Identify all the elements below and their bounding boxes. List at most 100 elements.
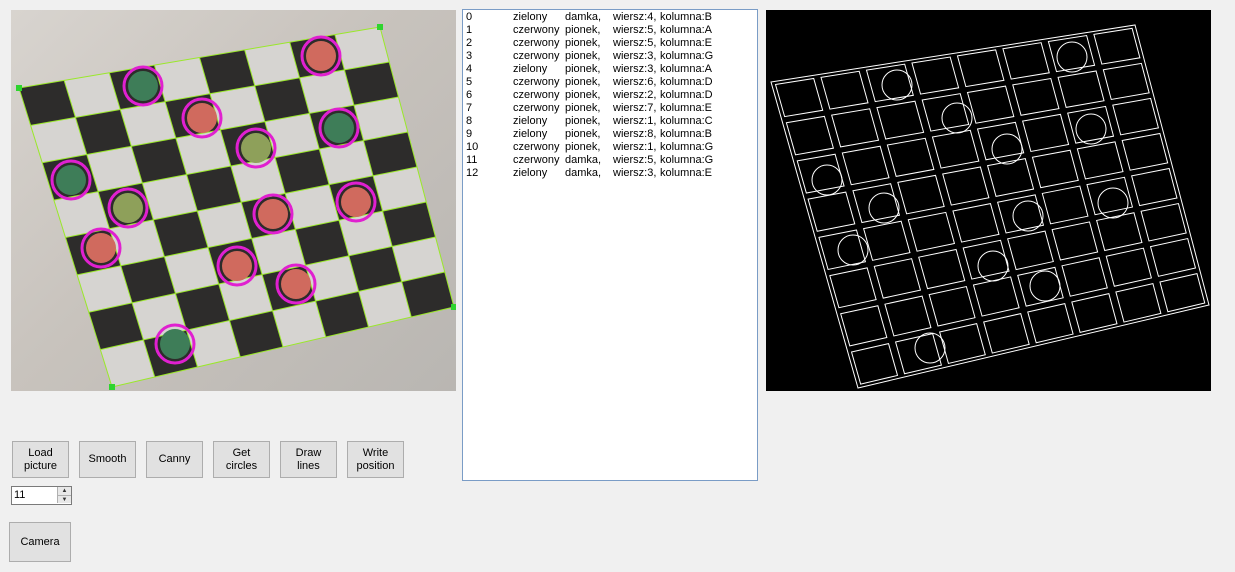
- edge-square: [884, 295, 932, 337]
- item-piece: damka,: [565, 154, 602, 166]
- item-color: zielony: [513, 63, 548, 75]
- item-piece: damka,: [565, 167, 602, 179]
- list-item[interactable]: 2 czerwony pionek, wiersz:5, kolumna:E: [466, 37, 757, 50]
- write-position-button[interactable]: Write position: [347, 441, 404, 478]
- list-item[interactable]: 5 czerwony pionek, wiersz:6, kolumna:D: [466, 76, 757, 89]
- list-item[interactable]: 10 czerwony pionek, wiersz:1, kolumna:G: [466, 141, 757, 154]
- item-index: 10: [466, 141, 479, 153]
- item-index: 0: [466, 11, 473, 23]
- canny-button[interactable]: Canny: [146, 441, 203, 478]
- edge-square: [785, 115, 835, 156]
- edge-square: [1115, 283, 1162, 323]
- list-item[interactable]: 7 czerwony pionek, wiersz:7, kolumna:E: [466, 102, 757, 115]
- item-piece: pionek,: [565, 24, 601, 36]
- edge-square: [796, 153, 845, 194]
- edge-square: [831, 108, 880, 148]
- checkerboard-photo: [16, 24, 456, 390]
- item-color: czerwony: [513, 37, 560, 49]
- checker-piece: [324, 113, 354, 143]
- list-item[interactable]: 4 zielony pionek, wiersz:3, kolumna:A: [466, 63, 757, 76]
- edge-square: [850, 343, 899, 385]
- item-index: 9: [466, 128, 473, 140]
- smooth-button[interactable]: Smooth: [79, 441, 136, 478]
- edge-square: [1159, 273, 1206, 313]
- source-image-panel: [11, 10, 456, 391]
- corner-marker: [109, 384, 115, 390]
- stepper-value[interactable]: 11: [14, 489, 25, 501]
- item-color: czerwony: [513, 89, 560, 101]
- get-circles-button[interactable]: Get circles: [213, 441, 270, 478]
- item-index: 2: [466, 37, 473, 49]
- list-item[interactable]: 1 czerwony pionek, wiersz:5, kolumna:A: [466, 24, 757, 37]
- edge-square: [1061, 257, 1108, 297]
- edge-square: [976, 121, 1025, 161]
- spin-down-icon[interactable]: ▼: [57, 495, 71, 503]
- edge-square: [1031, 149, 1079, 189]
- threshold-stepper[interactable]: 11 ▲ ▼: [11, 486, 72, 505]
- load-picture-button[interactable]: Load picture: [12, 441, 69, 478]
- item-row: wiersz:3,: [613, 50, 657, 62]
- checker-piece: [258, 199, 288, 229]
- edge-square: [1067, 105, 1115, 144]
- camera-button[interactable]: Camera: [9, 522, 71, 562]
- edge-square: [966, 85, 1015, 124]
- checker-piece: [113, 193, 143, 223]
- item-color: czerwony: [513, 50, 560, 62]
- item-column: kolumna:G: [660, 141, 714, 153]
- edge-square: [911, 56, 960, 95]
- edge-square: [983, 313, 1030, 354]
- item-column: kolumna:C: [660, 115, 713, 127]
- list-item[interactable]: 11 czerwony damka, wiersz:5, kolumna:G: [466, 154, 757, 167]
- item-color: czerwony: [513, 154, 560, 166]
- spin-up-icon[interactable]: ▲: [57, 487, 71, 495]
- list-item[interactable]: 6 czerwony pionek, wiersz:2, kolumna:D: [466, 89, 757, 102]
- list-item[interactable]: 9 zielony pionek, wiersz:8, kolumna:B: [466, 128, 757, 141]
- item-column: kolumna:B: [660, 128, 712, 140]
- edge-square: [1027, 303, 1074, 344]
- item-column: kolumna:E: [660, 167, 712, 179]
- item-piece: pionek,: [565, 63, 601, 75]
- edge-circle: [1097, 187, 1129, 219]
- item-index: 12: [466, 167, 479, 179]
- item-piece: pionek,: [565, 50, 601, 62]
- item-piece: pionek,: [565, 128, 601, 140]
- list-item[interactable]: 3 czerwony pionek, wiersz:3, kolumna:G: [466, 50, 757, 63]
- item-piece: pionek,: [565, 89, 601, 101]
- corner-marker: [377, 24, 383, 30]
- checker-piece: [128, 71, 158, 101]
- edge-square: [921, 93, 970, 132]
- edge-square: [942, 166, 990, 206]
- item-color: zielony: [513, 167, 548, 179]
- list-item[interactable]: 12 zielony damka, wiersz:3, kolumna:E: [466, 167, 757, 180]
- checker-piece: [341, 187, 371, 217]
- results-listbox[interactable]: 0 zielony damka, wiersz:4, kolumna:B 1 czerwon…: [462, 9, 758, 481]
- edge-circle: [991, 133, 1023, 165]
- list-item[interactable]: 0 zielony damka, wiersz:4, kolumna:B: [466, 11, 757, 24]
- edge-square: [907, 211, 956, 252]
- edge-image-panel: [766, 10, 1211, 391]
- draw-lines-button[interactable]: Draw lines: [280, 441, 337, 478]
- edge-square: [1112, 97, 1160, 136]
- edge-square: [1086, 176, 1134, 216]
- item-piece: pionek,: [565, 37, 601, 49]
- edge-circle: [977, 250, 1009, 282]
- edge-circle: [837, 234, 869, 266]
- list-item[interactable]: 8 zielony pionek, wiersz:1, kolumna:C: [466, 115, 757, 128]
- edge-square: [956, 49, 1005, 88]
- checker-piece: [160, 329, 190, 359]
- edge-square: [931, 129, 980, 169]
- edge-square: [876, 100, 925, 140]
- edge-square: [1093, 27, 1141, 65]
- checker-piece: [306, 41, 336, 71]
- item-column: kolumna:A: [660, 24, 712, 36]
- item-column: kolumna:E: [660, 37, 712, 49]
- item-color: zielony: [513, 11, 548, 23]
- edge-square: [1021, 113, 1070, 153]
- edge-square: [894, 333, 943, 375]
- item-piece: pionek,: [565, 102, 601, 114]
- canny-edges-image: [770, 24, 1210, 389]
- checker-piece: [241, 133, 271, 163]
- edge-square: [1121, 132, 1169, 171]
- edge-square: [918, 248, 966, 290]
- item-row: wiersz:2,: [613, 89, 657, 101]
